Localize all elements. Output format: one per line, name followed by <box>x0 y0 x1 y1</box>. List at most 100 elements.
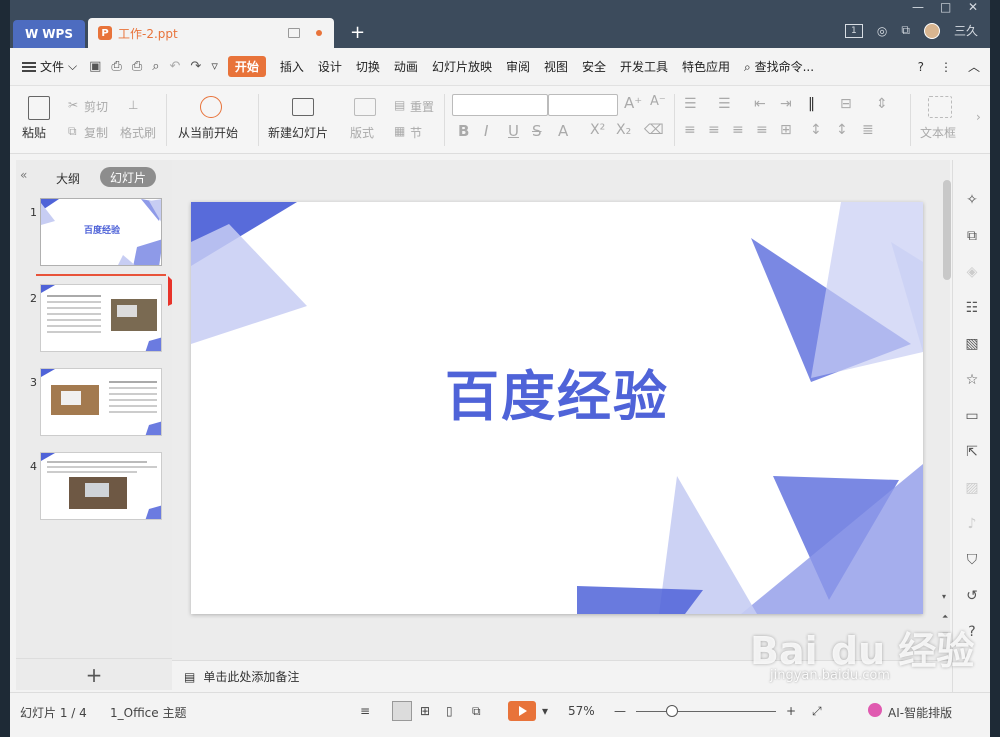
tab-animations[interactable]: 动画 <box>394 58 418 75</box>
redo-icon[interactable]: ↷ <box>190 59 201 74</box>
tab-insert[interactable]: 插入 <box>280 58 304 75</box>
presenter-view-icon[interactable]: ⧉ <box>472 704 481 719</box>
notes-toggle-icon[interactable]: ≡ <box>360 704 370 718</box>
bold-icon[interactable]: B <box>458 122 469 140</box>
layout-icon[interactable] <box>354 98 376 116</box>
normal-view-icon[interactable] <box>392 701 412 721</box>
from-current-button[interactable]: 从当前开始 <box>178 124 238 141</box>
export-pdf-icon[interactable]: ⎙ <box>111 59 121 74</box>
align-right-icon[interactable]: ≡ <box>732 122 744 138</box>
share-icon[interactable]: ⧉ <box>901 23 910 38</box>
image-icon[interactable]: ▨ <box>964 480 980 496</box>
slide-thumbnail-2[interactable] <box>40 284 162 352</box>
ai-layout-button[interactable]: AI-智能排版 <box>888 704 952 721</box>
slideshow-options-icon[interactable]: ▾ <box>542 704 548 718</box>
format-painter-icon[interactable]: ⊥ <box>128 98 138 112</box>
align-center-icon[interactable]: ≡ <box>708 122 720 138</box>
underline-icon[interactable]: U <box>508 122 519 140</box>
screen-icon[interactable] <box>288 28 300 38</box>
help-icon[interactable]: ? <box>918 60 924 74</box>
document-tab[interactable]: P 工作-2.ppt <box>88 18 334 48</box>
paragraph-spacing-icon[interactable]: ↕ <box>810 122 822 138</box>
fit-window-icon[interactable]: ⤢ <box>812 704 822 719</box>
unsaved-dot-icon[interactable] <box>316 30 322 36</box>
format-painter-button[interactable]: 格式刷 <box>120 124 156 141</box>
save-icon[interactable]: ▣ <box>89 59 101 74</box>
decrease-indent-icon[interactable]: ⇤ <box>754 96 766 112</box>
outline-tab[interactable]: 大纲 <box>56 170 80 187</box>
distribute-icon[interactable]: ⊞ <box>780 122 792 138</box>
textbox-icon[interactable] <box>928 96 952 118</box>
print-preview-icon[interactable]: ⌕ <box>152 59 159 74</box>
animation-pane-icon[interactable]: ✧ <box>964 192 980 208</box>
layout-button[interactable]: 版式 <box>350 124 374 141</box>
paste-button[interactable]: 粘贴 <box>22 124 46 141</box>
tab-home[interactable]: 开始 <box>227 56 266 77</box>
slide-thumbnail-1[interactable]: 百度经验 <box>40 198 162 266</box>
subscript-icon[interactable]: X₂ <box>616 122 631 138</box>
tab-slideshow[interactable]: 幻灯片放映 <box>432 58 492 75</box>
zoom-slider[interactable] <box>636 711 776 712</box>
bullets-icon[interactable]: ☰ <box>684 96 697 112</box>
zoom-slider-knob[interactable] <box>666 705 678 717</box>
shape-pane-icon[interactable]: ◈ <box>964 264 980 280</box>
new-tab-button[interactable]: + <box>350 22 365 43</box>
italic-icon[interactable]: I <box>484 122 488 140</box>
history-icon[interactable]: ↺ <box>964 588 980 604</box>
reset-icon[interactable]: ▤ <box>394 98 405 112</box>
new-slide-icon[interactable] <box>292 98 314 116</box>
numbering-icon[interactable]: ☰ <box>718 96 731 112</box>
user-name[interactable]: 三久 <box>954 22 978 39</box>
properties-icon[interactable]: ☷ <box>964 300 980 316</box>
tab-transitions[interactable]: 切换 <box>356 58 380 75</box>
increase-indent-icon[interactable]: ⇥ <box>780 96 792 112</box>
file-menu[interactable]: 文件 ⌵ <box>22 58 77 75</box>
reading-view-icon[interactable]: ▯ <box>446 704 453 718</box>
reset-button[interactable]: 重置 <box>410 98 434 115</box>
cut-button[interactable]: 剪切 <box>84 98 108 115</box>
gallery-icon[interactable]: ▧ <box>964 336 980 352</box>
zoom-in-icon[interactable]: + <box>786 704 796 718</box>
section-icon[interactable]: ▦ <box>394 124 405 138</box>
section-button[interactable]: 节 <box>410 124 422 141</box>
ribbon-scroll-icon[interactable]: › <box>976 110 981 124</box>
font-name-select[interactable] <box>452 94 548 116</box>
archive-icon[interactable]: ▭ <box>964 408 980 424</box>
paragraph-icon[interactable]: ≣ <box>862 122 874 138</box>
slide-thumbnail-3[interactable] <box>40 368 162 436</box>
scroll-down-icon[interactable]: ▾ <box>942 592 946 601</box>
strikethrough-icon[interactable]: S <box>532 122 542 140</box>
paste-icon[interactable] <box>28 96 50 120</box>
skin-icon[interactable]: ◎ <box>877 24 887 38</box>
export-icon[interactable]: ⇱ <box>964 444 980 460</box>
font-color-icon[interactable]: A <box>558 122 568 140</box>
close-button[interactable]: ✕ <box>968 0 978 18</box>
more-quick-access-icon[interactable]: ▿ <box>211 59 218 74</box>
column-spacing-icon[interactable]: ↕ <box>836 122 848 138</box>
collapse-panel-icon[interactable]: « <box>20 168 27 182</box>
favorites-icon[interactable]: ☆ <box>964 372 980 388</box>
slideshow-play-button[interactable] <box>508 701 536 721</box>
copy-button[interactable]: 复制 <box>84 124 108 141</box>
slide-thumbnail-4[interactable] <box>40 452 162 520</box>
avatar[interactable] <box>923 22 940 39</box>
tab-security[interactable]: 安全 <box>582 58 606 75</box>
copy-icon[interactable]: ⧉ <box>68 124 77 139</box>
increase-font-icon[interactable]: A⁺ <box>624 94 642 112</box>
slides-tab[interactable]: 幻灯片 <box>100 167 156 187</box>
play-from-current-icon[interactable] <box>200 96 222 118</box>
tab-view[interactable]: 视图 <box>544 58 568 75</box>
text-direction-icon[interactable]: ‖ <box>808 96 815 112</box>
align-text-icon[interactable]: ⊟ <box>840 96 852 112</box>
clear-format-icon[interactable]: ⌫ <box>644 122 664 138</box>
font-size-select[interactable] <box>548 94 618 116</box>
wps-home-tab[interactable]: W WPS <box>13 20 85 48</box>
cut-icon[interactable]: ✂ <box>68 98 78 112</box>
undo-icon[interactable]: ↶ <box>170 59 181 74</box>
shield-icon[interactable]: ⛉ <box>964 552 980 568</box>
textbox-button[interactable]: 文本框 <box>920 124 956 141</box>
slide-sorter-icon[interactable]: ⊞ <box>420 704 430 718</box>
new-slide-button[interactable]: 新建幻灯片 <box>268 124 328 141</box>
maximize-button[interactable]: □ <box>940 0 951 18</box>
superscript-icon[interactable]: X² <box>590 122 605 138</box>
